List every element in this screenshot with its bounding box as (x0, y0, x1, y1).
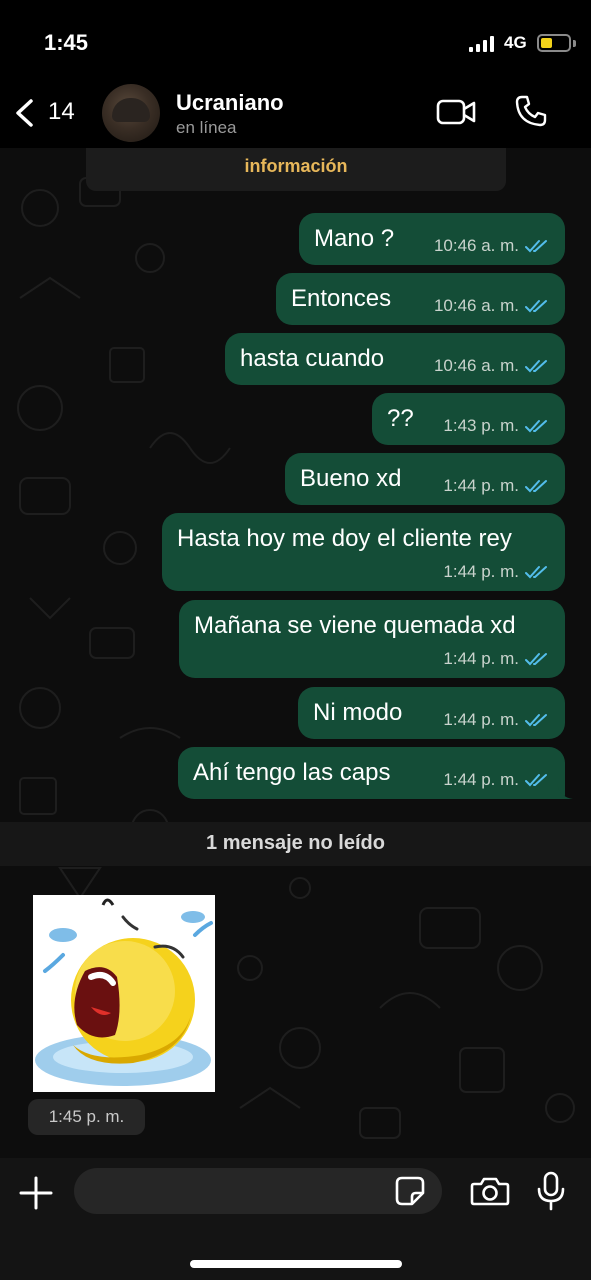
double-check-icon (525, 420, 547, 433)
sticker-timestamp: 1:45 p. m. (28, 1099, 145, 1135)
message-text: Entonces (291, 285, 392, 312)
signal-icon (469, 36, 494, 52)
bubble-tail (557, 783, 573, 799)
network-type: 4G (504, 33, 527, 52)
avatar[interactable] (102, 84, 160, 142)
unread-divider: 1 mensaje no leído (0, 822, 591, 866)
message-bubble[interactable]: ?? 1:43 p. m. (372, 393, 565, 445)
double-check-icon (525, 360, 547, 373)
message-time: 1:43 p. m. (443, 416, 519, 435)
message-meta: 1:44 p. m. (443, 710, 549, 730)
battery-icon (537, 34, 571, 52)
message-bubble[interactable]: Entonces 10:46 a. m. (276, 273, 565, 325)
status-bar: 1:45 4G (0, 0, 591, 78)
message-meta: 10:46 a. m. (434, 356, 549, 376)
message-meta: 1:44 p. m. (443, 562, 549, 582)
double-check-icon (525, 774, 547, 787)
contact-name[interactable]: Ucraniano (176, 90, 284, 116)
microphone-icon[interactable] (536, 1171, 566, 1211)
double-check-icon (525, 300, 547, 313)
message-time: 1:44 p. m. (443, 649, 519, 668)
message-meta: 1:44 p. m. (443, 770, 549, 790)
phone-call-icon[interactable] (514, 94, 548, 128)
message-text: ?? (387, 405, 414, 432)
double-check-icon (525, 480, 547, 493)
message-time: 1:44 p. m. (443, 710, 519, 729)
unread-label: 1 mensaje no leído (206, 832, 385, 854)
message-text: Ahí tengo las caps (193, 759, 391, 786)
message-meta: 1:44 p. m. (443, 476, 549, 496)
message-text: Mañana se viene quemada xd (194, 612, 516, 639)
message-time: 1:44 p. m. (443, 476, 519, 495)
double-check-icon (525, 714, 547, 727)
camera-icon[interactable] (470, 1175, 510, 1207)
message-input[interactable] (74, 1168, 442, 1214)
message-text: hasta cuando (240, 345, 385, 372)
sticker-time-text: 1:45 p. m. (48, 1107, 125, 1126)
message-bubble[interactable]: Mañana se viene quemada xd 1:44 p. m. (179, 600, 565, 678)
message-meta: 10:46 a. m. (434, 296, 549, 316)
status-time: 1:45 (44, 30, 89, 55)
message-text: Hasta hoy me doy el cliente rey (177, 525, 512, 552)
message-meta: 1:43 p. m. (443, 416, 549, 436)
battery-cap (573, 40, 576, 47)
message-time: 10:46 a. m. (433, 296, 519, 315)
message-time: 1:44 p. m. (443, 770, 519, 789)
double-check-icon (525, 566, 547, 579)
back-chevron-icon[interactable] (12, 98, 36, 128)
message-bubble[interactable]: Ni modo 1:44 p. m. (298, 687, 565, 739)
chat-header: 14 Ucraniano en línea (0, 78, 591, 148)
message-text: Mano ? (314, 225, 395, 252)
message-meta: 10:46 a. m. (434, 236, 549, 256)
sticker-icon[interactable] (394, 1175, 426, 1207)
unread-chats-count[interactable]: 14 (48, 98, 75, 126)
message-bubble[interactable]: Mano ? 10:46 a. m. (299, 213, 565, 265)
double-check-icon (525, 240, 547, 253)
info-link[interactable]: información (86, 156, 506, 177)
plus-icon[interactable] (18, 1175, 54, 1211)
home-indicator (190, 1260, 402, 1268)
message-time: 10:46 a. m. (433, 356, 519, 375)
crying-emoji-sticker[interactable] (33, 895, 215, 1092)
input-bar (0, 1158, 591, 1280)
message-meta: 1:44 p. m. (443, 649, 549, 669)
crying-emoji-icon (35, 898, 213, 1086)
message-bubble[interactable]: Hasta hoy me doy el cliente rey 1:44 p. … (162, 513, 565, 591)
message-text: Ni modo (313, 699, 403, 726)
message-time: 10:46 a. m. (433, 236, 519, 255)
message-time: 1:44 p. m. (443, 562, 519, 581)
avatar-cap-shape (112, 98, 150, 122)
double-check-icon (525, 653, 547, 666)
message-bubble[interactable]: Bueno xd 1:44 p. m. (285, 453, 565, 505)
message-bubble[interactable]: hasta cuando 10:46 a. m. (225, 333, 565, 385)
video-call-icon[interactable] (436, 98, 476, 126)
info-card[interactable]: información (86, 148, 506, 191)
message-bubble[interactable]: Ahí tengo las caps 1:44 p. m. (178, 747, 573, 799)
contact-status: en línea (176, 118, 237, 137)
message-text: Bueno xd (300, 465, 402, 492)
